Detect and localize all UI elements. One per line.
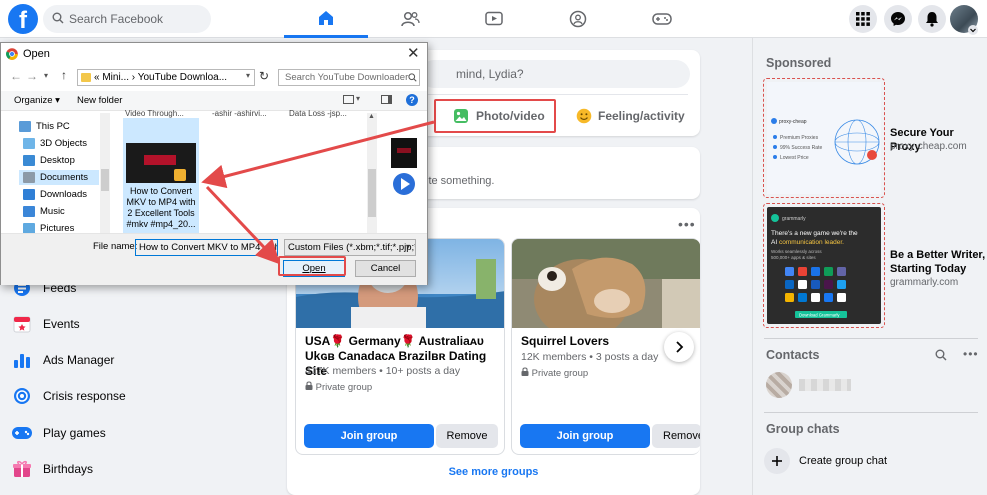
arrow-to-file [201, 120, 435, 189]
arrow-to-open-button [205, 185, 281, 265]
annotation-arrows [201, 120, 435, 265]
